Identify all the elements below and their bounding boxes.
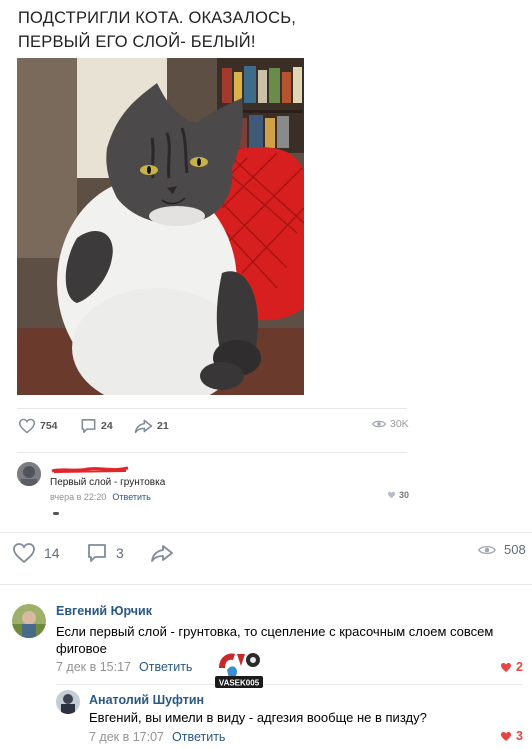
inner-comment-time: вчера в 22:20 (50, 492, 107, 502)
inner-comment-count: 24 (80, 418, 113, 434)
heart-icon (501, 662, 511, 672)
comment-meta: 7 дек в 15:17 Ответить (56, 660, 192, 674)
inner-like-count: 754 (18, 418, 58, 434)
heart-outline-icon (13, 543, 35, 564)
comment-button[interactable]: 3 (86, 542, 124, 564)
comment-meta: 7 дек в 17:07 Ответить (89, 730, 225, 744)
share-button[interactable] (150, 542, 174, 564)
comment-reply: Анатолий Шуфтин Евгений, вы имели в виду… (0, 688, 532, 749)
inner-comment-like-number: 30 (398, 490, 409, 500)
inner-comment-number: 24 (101, 420, 113, 432)
inner-comment-meta: вчера в 22:20 Ответить (50, 492, 151, 502)
comment-like-count: 3 (516, 729, 523, 743)
inner-view-count: 30K (372, 418, 409, 430)
heart-icon (387, 491, 396, 499)
view-count: 508 (504, 542, 526, 557)
inner-view-number: 30K (390, 418, 409, 430)
shared-post-screenshot: ПОДСТРИГЛИ КОТА. ОКАЗАЛОСЬ, ПЕРВЫЙ ЕГО С… (0, 0, 532, 530)
view-counter: 508 (478, 542, 526, 557)
inner-divider-top (17, 408, 407, 409)
inner-share-count: 21 (134, 418, 169, 434)
inner-comment-like: 30 (387, 490, 409, 500)
eye-icon (478, 545, 496, 554)
inner-divider-bottom (17, 452, 407, 453)
comment-like-button[interactable]: 2 (500, 660, 523, 674)
post-divider-bottom (0, 584, 532, 585)
post-actions: 14 3 508 (0, 542, 532, 578)
comment: Евгений Юрчик Если первый слой - грунтов… (0, 598, 532, 678)
inner-comment: Первый слой - грунтовка вчера в 22:20 Отв… (17, 462, 409, 506)
like-button[interactable]: 14 (12, 542, 60, 564)
like-count: 14 (44, 545, 60, 561)
comment-count: 3 (116, 545, 124, 561)
meme-caption-line-2: ПЕРВЫЙ ЕГО СЛОЙ- БЕЛЫЙ! (18, 33, 256, 51)
comment-time[interactable]: 7 дек в 15:17 (56, 660, 131, 674)
avatar[interactable] (12, 604, 46, 638)
comment-like-count: 2 (516, 660, 523, 674)
redacted-author-name (50, 462, 130, 473)
meme-caption-line-1: ПОДСТРИГЛИ КОТА. ОКАЗАЛОСЬ, (18, 9, 297, 27)
comment-author[interactable]: Анатолий Шуфтин (89, 693, 204, 707)
inner-comment-text: Первый слой - грунтовка (50, 477, 166, 488)
cat-photo (17, 58, 304, 395)
avatar[interactable] (56, 690, 80, 714)
heart-icon (501, 731, 511, 741)
comment-icon (88, 544, 106, 562)
cropped-text-fragment (53, 512, 59, 515)
comment-icon (81, 419, 96, 433)
heart-outline-icon (18, 418, 36, 434)
inner-post-actions: 754 24 21 30K (0, 418, 420, 442)
eye-icon (372, 420, 386, 428)
meme-caption: ПОДСТРИГЛИ КОТА. ОКАЗАЛОСЬ, ПЕРВЫЙ ЕГО С… (18, 6, 308, 58)
comment-author[interactable]: Евгений Юрчик (56, 604, 152, 618)
comment-divider (56, 684, 522, 685)
comment-time[interactable]: 7 дек в 17:07 (89, 730, 164, 744)
watermark-logo: VASEK005 (213, 648, 265, 690)
inner-share-number: 21 (157, 420, 169, 432)
comment-like-button[interactable]: 3 (500, 729, 523, 743)
inner-reply-link: Ответить (112, 492, 151, 502)
comment-text: Евгений, вы имели в виду - адгезия вообщ… (89, 710, 427, 725)
post-divider-top (0, 532, 532, 533)
comment-text: Если первый слой - грунтовка, то сцеплен… (56, 624, 494, 656)
watermark-text: VASEK005 (219, 679, 260, 688)
avatar (17, 462, 41, 486)
inner-like-number: 754 (40, 420, 58, 432)
share-icon (134, 419, 153, 434)
reply-button[interactable]: Ответить (172, 730, 225, 744)
reply-button[interactable]: Ответить (139, 660, 192, 674)
share-icon (151, 545, 173, 562)
